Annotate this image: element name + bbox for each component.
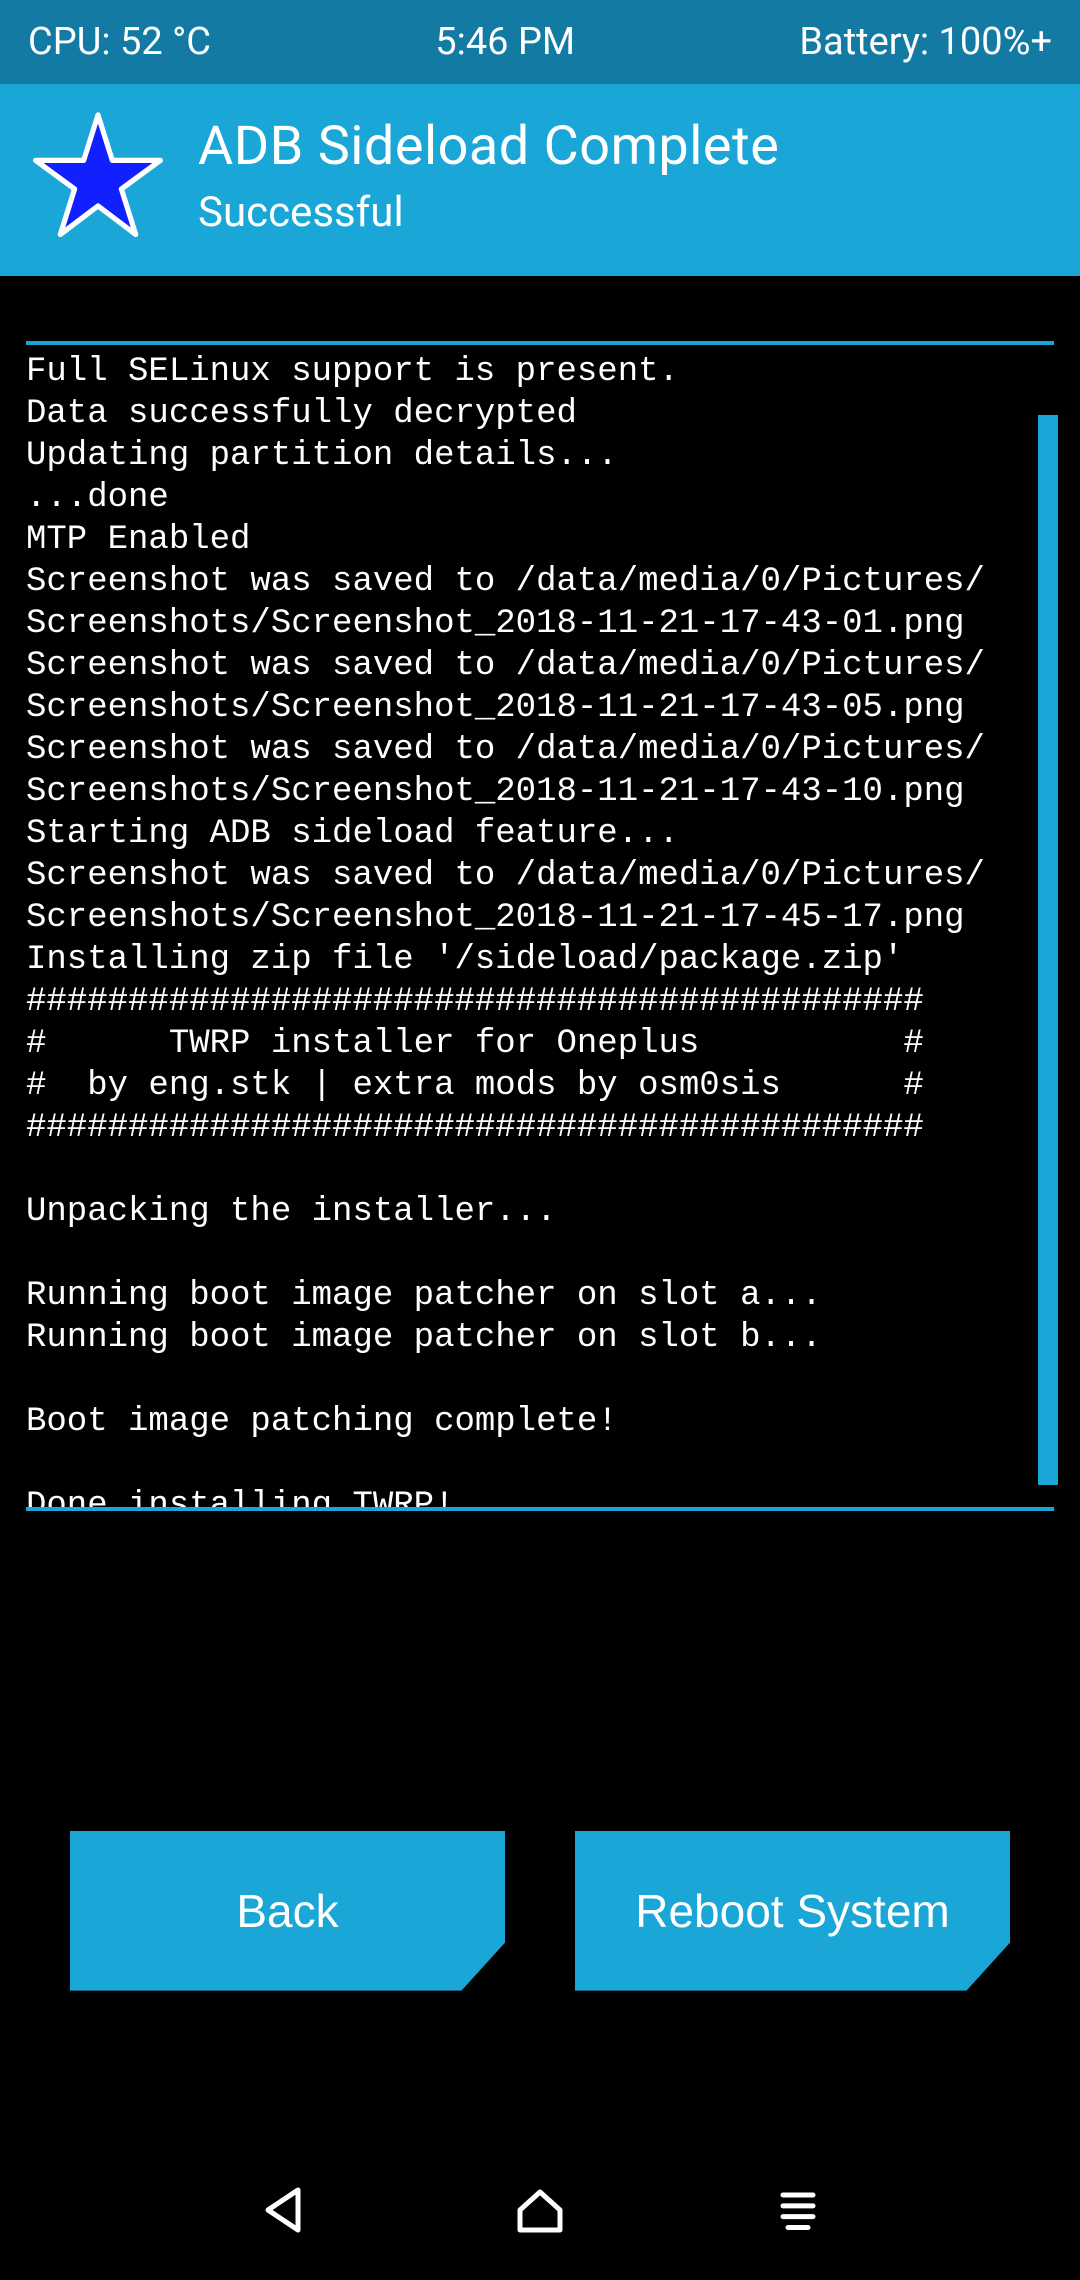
page-subtitle: Successful [198,188,779,237]
star-icon [28,106,168,246]
page-title: ADB Sideload Complete [198,115,779,178]
nav-recent-icon[interactable] [763,2175,833,2245]
reboot-button[interactable]: Reboot System [575,1831,1010,1991]
button-row: Back Reboot System [0,1831,1080,1991]
status-battery: Battery: 100%+ [799,20,1052,64]
back-button[interactable]: Back [70,1831,505,1991]
spacer [0,276,1080,341]
nav-back-icon[interactable] [248,2175,318,2245]
status-time: 5:46 PM [211,20,799,64]
scrollbar[interactable] [1038,415,1058,1485]
status-bar: CPU: 52 °C 5:46 PM Battery: 100%+ [0,0,1080,84]
navigation-bar [0,2141,1080,2280]
header-bar: ADB Sideload Complete Successful [0,84,1080,276]
status-cpu: CPU: 52 °C [28,20,211,64]
console-output: Full SELinux support is present. Data su… [26,345,1054,1507]
console-frame: Full SELinux support is present. Data su… [26,341,1054,1511]
nav-home-icon[interactable] [505,2175,575,2245]
